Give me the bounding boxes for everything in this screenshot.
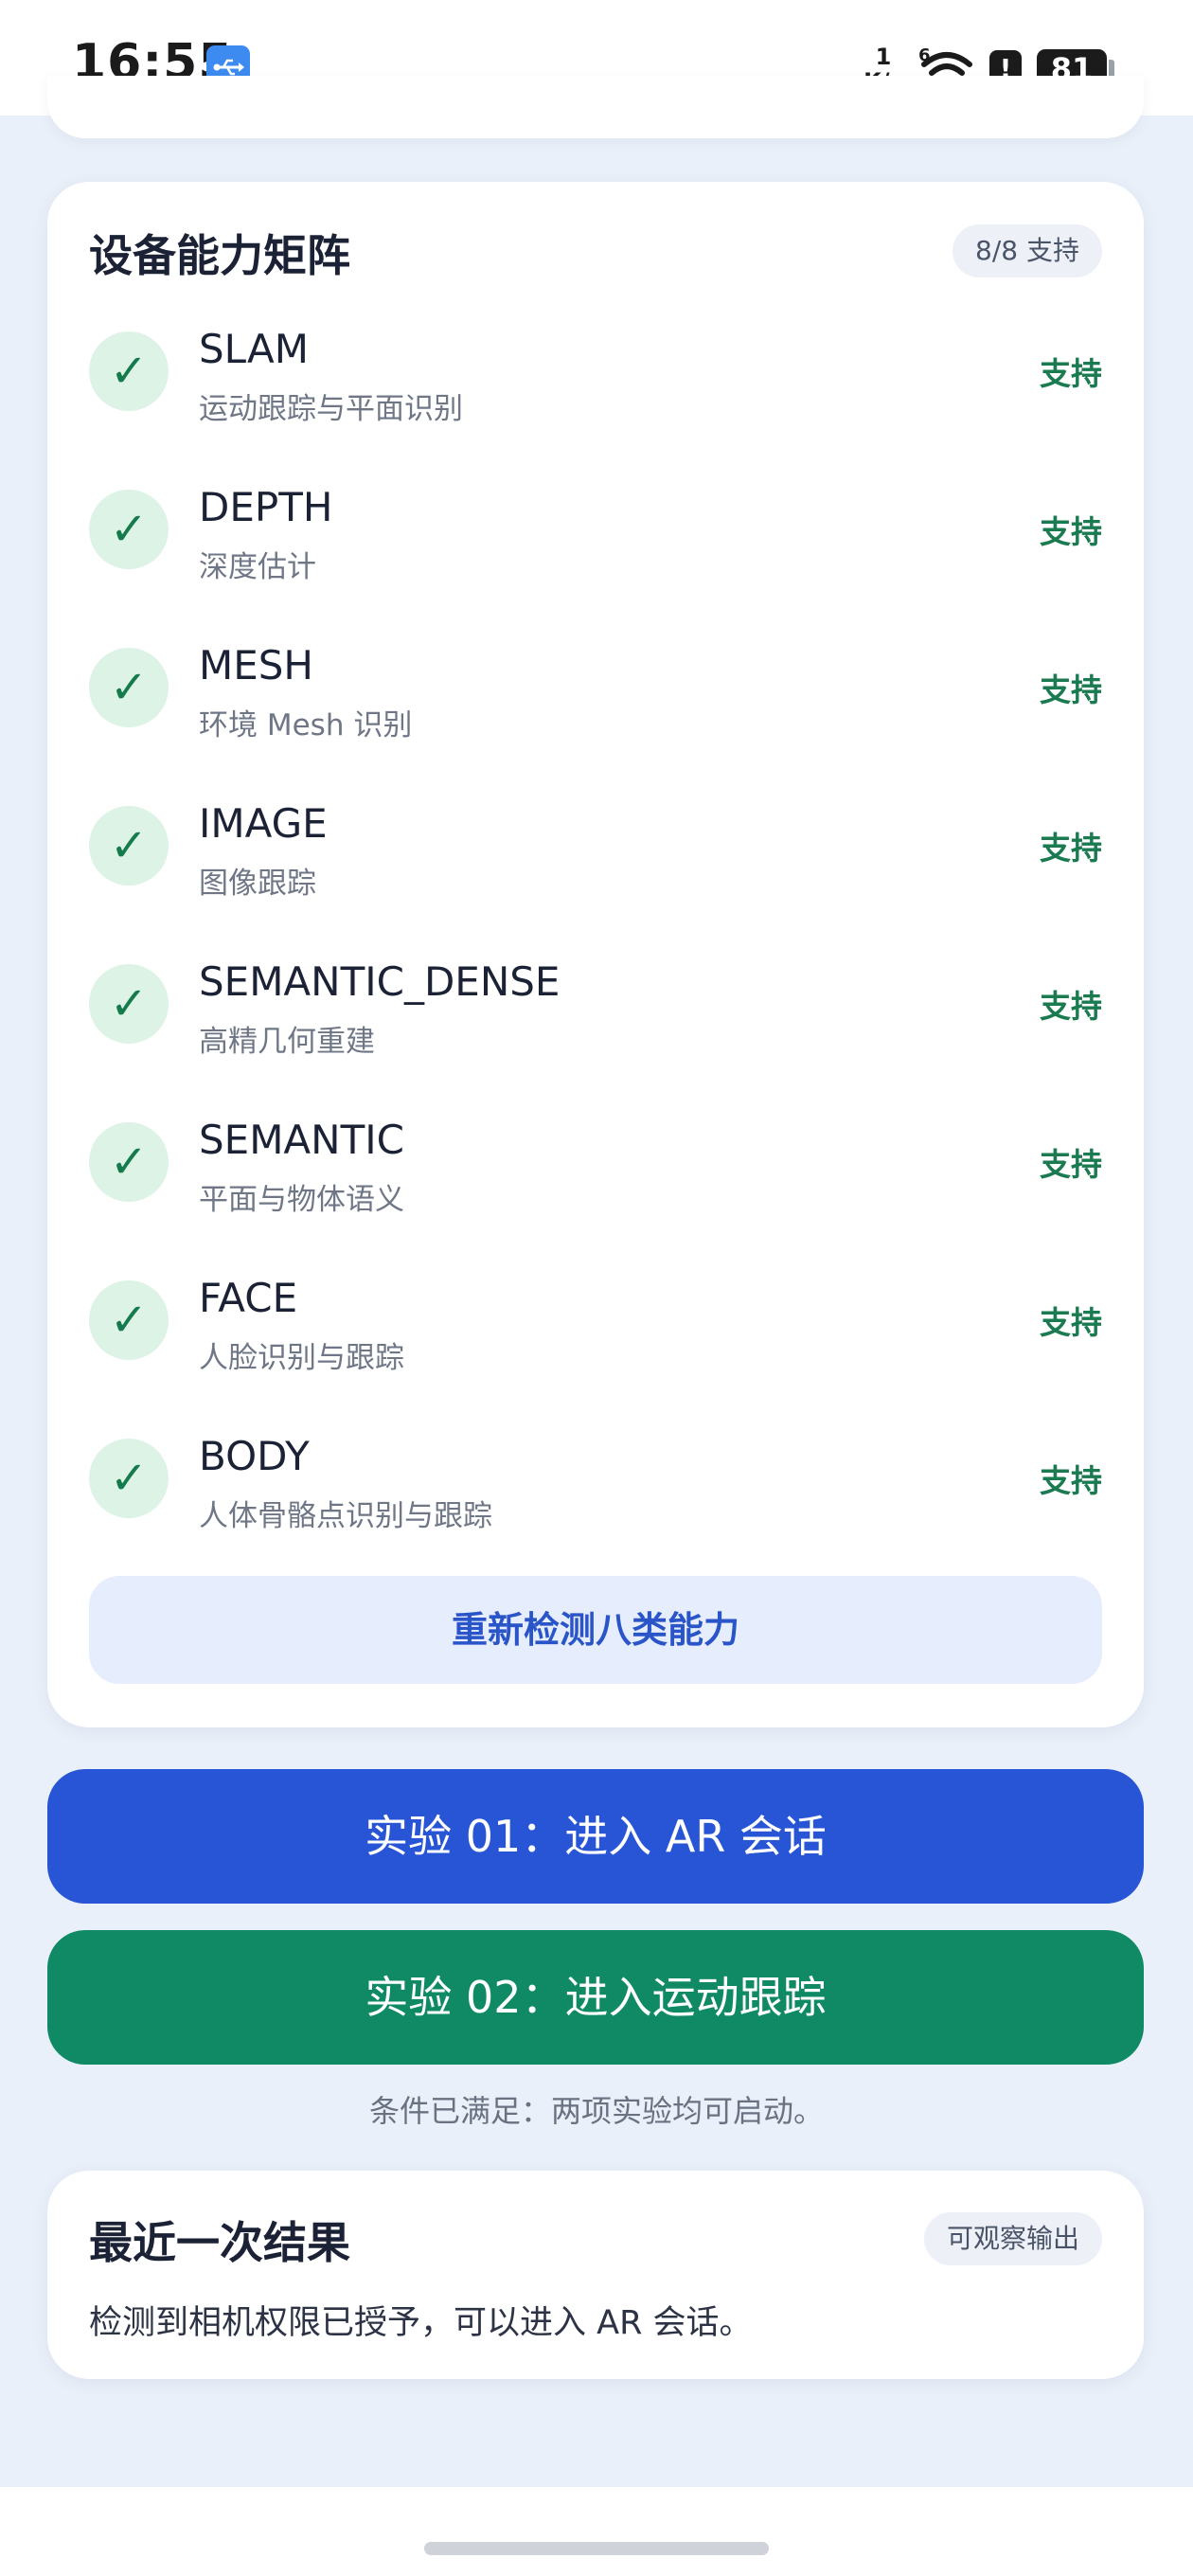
capability-name: BODY (199, 1433, 310, 1479)
check-icon: ✓ (89, 964, 169, 1044)
capability-description: 图像跟踪 (199, 867, 316, 901)
capability-matrix-card: 设备能力矩阵 8/8 支持 ✓ SLAM 运动跟踪与平面识别 支持 ✓ DEPT… (47, 182, 1144, 1727)
check-icon: ✓ (89, 806, 169, 886)
capability-item-image: ✓ IMAGE 图像跟踪 支持 (89, 781, 1102, 914)
check-icon: ✓ (89, 331, 169, 411)
enter-motion-tracking-button[interactable]: 实验 02：进入运动跟踪 (47, 1930, 1144, 2065)
recheck-capabilities-button[interactable]: 重新检测八类能力 (89, 1576, 1102, 1684)
capability-name: SEMANTIC_DENSE (199, 958, 561, 1005)
capability-name: MESH (199, 642, 314, 689)
capability-item-body: ✓ BODY 人体骨骼点识别与跟踪 支持 (89, 1414, 1102, 1547)
capability-item-slam: ✓ SLAM 运动跟踪与平面识别 支持 (89, 307, 1102, 439)
capability-status: 支持 (1040, 1304, 1102, 1341)
latest-result-message: 检测到相机权限已授予，可以进入 AR 会话。 (89, 2304, 753, 2342)
capability-item-depth: ✓ DEPTH 深度估计 支持 (89, 465, 1102, 598)
capability-status: 支持 (1040, 1462, 1102, 1499)
capability-description: 深度估计 (199, 550, 316, 584)
capability-name: IMAGE (199, 800, 328, 847)
latest-result-card: 最近一次结果 可观察输出 检测到相机权限已授予，可以进入 AR 会话。 (47, 2171, 1144, 2379)
capability-status: 支持 (1040, 513, 1102, 550)
check-icon: ✓ (89, 648, 169, 727)
support-count-badge: 8/8 支持 (953, 224, 1102, 277)
navigation-bar (0, 2487, 1193, 2576)
capability-name: SEMANTIC (199, 1117, 404, 1163)
enter-ar-session-button[interactable]: 实验 01：进入 AR 会话 (47, 1769, 1144, 1904)
home-indicator[interactable] (424, 2542, 769, 2555)
capability-status: 支持 (1040, 830, 1102, 867)
capability-item-mesh: ✓ MESH 环境 Mesh 识别 支持 (89, 623, 1102, 756)
capability-name: SLAM (199, 326, 309, 372)
capability-description: 高精几何重建 (199, 1025, 375, 1059)
check-icon: ✓ (89, 1439, 169, 1518)
capability-status: 支持 (1040, 355, 1102, 392)
network-speed-value: 1 (875, 44, 892, 70)
capability-item-semantic-dense: ✓ SEMANTIC_DENSE 高精几何重建 支持 (89, 939, 1102, 1072)
capability-description: 人体骨骼点识别与跟踪 (199, 1499, 492, 1533)
previous-card (47, 76, 1144, 138)
capability-description: 平面与物体语义 (199, 1183, 404, 1217)
check-icon: ✓ (89, 490, 169, 569)
capability-name: FACE (199, 1275, 298, 1321)
capability-status: 支持 (1040, 988, 1102, 1025)
capability-item-semantic: ✓ SEMANTIC 平面与物体语义 支持 (89, 1098, 1102, 1230)
capability-name: DEPTH (199, 484, 333, 530)
condition-note: 条件已满足：两项实验均可启动。 (368, 2093, 824, 2129)
capability-description: 运动跟踪与平面识别 (199, 392, 463, 426)
capability-status: 支持 (1040, 671, 1102, 708)
latest-result-title: 最近一次结果 (89, 2217, 350, 2268)
capability-description: 环境 Mesh 识别 (199, 708, 413, 742)
capability-item-face: ✓ FACE 人脸识别与跟踪 支持 (89, 1256, 1102, 1388)
capability-description: 人脸识别与跟踪 (199, 1341, 404, 1375)
observable-output-badge: 可观察输出 (923, 2212, 1102, 2265)
check-icon: ✓ (89, 1122, 169, 1202)
capability-matrix-title: 设备能力矩阵 (89, 230, 350, 281)
check-icon: ✓ (89, 1280, 169, 1360)
capability-status: 支持 (1040, 1146, 1102, 1183)
